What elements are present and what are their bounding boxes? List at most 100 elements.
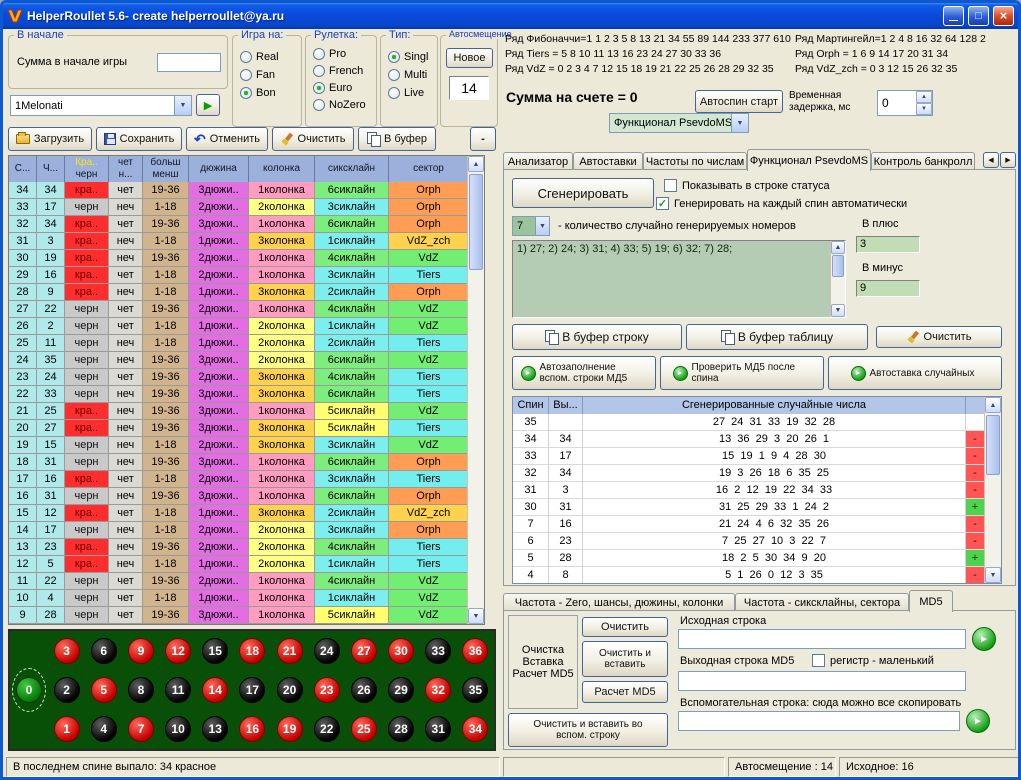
board-cell-28[interactable]: 28: [383, 710, 420, 749]
scroll-down-button[interactable]: ▼: [831, 304, 845, 317]
history-row[interactable]: 2722чернчет19-362дюжи..1колонка4сиклайнV…: [9, 301, 484, 318]
generated-row[interactable]: 303131 25 29 33 1 24 2+: [513, 499, 1001, 516]
scroll-up-button[interactable]: ▲: [985, 397, 1001, 413]
history-row[interactable]: 1323кра..неч19-362дюжи..2колонка4сиклайн…: [9, 539, 484, 556]
numbers-scrollbar[interactable]: ▲ ▼: [830, 241, 845, 317]
scroll-up-button[interactable]: ▲: [831, 241, 845, 254]
preset-dropdown-button[interactable]: ▼: [174, 96, 191, 115]
history-row[interactable]: 262чернчет1-181дюжи..2колонка1сиклайнVdZ: [9, 318, 484, 335]
board-cell-30[interactable]: 30: [383, 631, 420, 670]
radio-live[interactable]: Live: [381, 84, 437, 102]
board-cell-24[interactable]: 24: [308, 631, 345, 670]
auto-generate-checkbox-row[interactable]: ✓ Генерировать на каждый спин автоматиче…: [656, 197, 907, 210]
scroll-down-button[interactable]: ▼: [985, 567, 1001, 583]
autoshift-new-button[interactable]: Новое: [446, 48, 493, 68]
history-row[interactable]: 3317черннеч1-182дюжи..2колонка3сиклайнOr…: [9, 199, 484, 216]
generated-numbers-area[interactable]: 1) 27; 2) 24; 3) 31; 4) 33; 5) 19; 6) 32…: [512, 240, 846, 318]
board-cell-1[interactable]: 1: [48, 710, 85, 749]
board-cell-zero[interactable]: 0: [10, 631, 48, 749]
board-cell-13[interactable]: 13: [197, 710, 234, 749]
generated-row[interactable]: 343413 36 29 3 20 26 1-: [513, 431, 1001, 448]
board-cell-7[interactable]: 7: [122, 710, 159, 749]
history-row[interactable]: 3234кра..чет19-363дюжи..1колонка6сиклайн…: [9, 216, 484, 233]
board-cell-10[interactable]: 10: [160, 710, 197, 749]
board-cell-17[interactable]: 17: [234, 670, 271, 709]
radio-pro[interactable]: Pro: [306, 45, 376, 62]
register-checkbox-row[interactable]: регистр - маленький: [812, 654, 934, 667]
md5-clear-paste-button[interactable]: Очистить и вставить: [582, 641, 668, 677]
md5-aux-input[interactable]: [678, 711, 960, 731]
md5-aux-ball-icon[interactable]: ►: [966, 709, 990, 733]
checkbox-unchecked[interactable]: [812, 654, 825, 667]
minus-button[interactable]: -: [470, 127, 496, 151]
tab-scroll-right-button[interactable]: ▶: [1000, 152, 1016, 168]
history-row[interactable]: 2125кра..неч19-363дюжи..1колонка5сиклайн…: [9, 403, 484, 420]
generate-button[interactable]: Сгенерировать: [512, 178, 654, 208]
board-cell-23[interactable]: 23: [308, 670, 345, 709]
board-cell-21[interactable]: 21: [271, 631, 308, 670]
radio-french[interactable]: French: [306, 62, 376, 79]
board-cell-8[interactable]: 8: [122, 670, 159, 709]
autobet-random-button[interactable]: ► Автоставка случайных: [828, 356, 1002, 390]
delay-value-input[interactable]: [878, 91, 916, 115]
tab-frequencies[interactable]: Частоты по числам: [643, 152, 747, 170]
board-cell-19[interactable]: 19: [271, 710, 308, 749]
board-cell-25[interactable]: 25: [345, 710, 382, 749]
board-cell-27[interactable]: 27: [345, 631, 382, 670]
tab-analyzer[interactable]: Анализатор: [503, 152, 573, 170]
board-cell-14[interactable]: 14: [197, 670, 234, 709]
check-md5-button[interactable]: ► Проверить МД5 после спина: [660, 356, 824, 390]
tab-frequency-chances[interactable]: Частота - Zero, шансы, дюжины, колонки: [503, 593, 735, 611]
scrollbar-thumb[interactable]: [469, 174, 483, 270]
start-sum-input[interactable]: [157, 53, 221, 72]
md5-source-input[interactable]: [678, 629, 966, 649]
history-row[interactable]: 1716кра..чет1-182дюжи..1колонка3сиклайнT…: [9, 471, 484, 488]
board-cell-34[interactable]: 34: [457, 710, 494, 749]
history-row[interactable]: 2233черннеч19-363дюжи..3колонка6сиклайнT…: [9, 386, 484, 403]
history-row[interactable]: 1512кра..чет1-181дюжи..3колонка2сиклайнV…: [9, 505, 484, 522]
md5-calc-button[interactable]: Расчет MD5: [582, 681, 668, 703]
history-row[interactable]: 104чернчет1-181дюжи..1колонка1сиклайнVdZ: [9, 590, 484, 607]
history-row[interactable]: 3019кра..неч19-362дюжи..1колонка4сиклайн…: [9, 250, 484, 267]
history-row[interactable]: 2916кра..чет1-182дюжи..1колонка3сиклайнT…: [9, 267, 484, 284]
board-cell-20[interactable]: 20: [271, 670, 308, 709]
board-cell-36[interactable]: 36: [457, 631, 494, 670]
history-row[interactable]: 928чернчет19-363дюжи..1колонка5сиклайнVd…: [9, 607, 484, 624]
undo-button[interactable]: ↶Отменить: [186, 127, 268, 151]
generated-row[interactable]: 52818 2 5 30 34 9 20+: [513, 550, 1001, 567]
md5-source-ball-icon[interactable]: ►: [972, 627, 996, 651]
board-cell-15[interactable]: 15: [197, 631, 234, 670]
close-button[interactable]: ×: [993, 6, 1014, 26]
history-row[interactable]: 125кра..неч1-181дюжи..2колонка1сиклайнTi…: [9, 556, 484, 573]
board-cell-29[interactable]: 29: [383, 670, 420, 709]
generated-row[interactable]: 331715 19 1 9 4 28 30-: [513, 448, 1001, 465]
history-row[interactable]: 2324чернчет19-362дюжи..3колонка4сиклайнT…: [9, 369, 484, 386]
history-row[interactable]: 826чернчет19-363дюжи..2колонка5сиклайнVd…: [9, 624, 484, 625]
board-cell-4[interactable]: 4: [85, 710, 122, 749]
generated-table-scrollbar[interactable]: ▲ ▼: [984, 397, 1001, 583]
radio-singl[interactable]: Singl: [381, 48, 437, 66]
maximize-button[interactable]: □: [968, 6, 989, 26]
history-row[interactable]: 2511черннеч1-181дюжи..2колонка2сиклайнTi…: [9, 335, 484, 352]
history-row[interactable]: 1122чернчет19-362дюжи..1колонка4сиклайнV…: [9, 573, 484, 590]
board-cell-16[interactable]: 16: [234, 710, 271, 749]
generated-row[interactable]: 3527 24 31 33 19 32 28: [513, 414, 1001, 431]
checkbox-unchecked[interactable]: [664, 179, 677, 192]
delay-up-button[interactable]: ▲: [916, 91, 932, 103]
tab-scroll-left-button[interactable]: ◀: [983, 152, 999, 168]
radio-multi[interactable]: Multi: [381, 66, 437, 84]
history-scrollbar[interactable]: ▲ ▼: [467, 156, 484, 624]
scroll-down-button[interactable]: ▼: [468, 608, 484, 624]
minimize-button[interactable]: —: [943, 6, 964, 26]
board-cell-31[interactable]: 31: [420, 710, 457, 749]
delay-down-button[interactable]: ▼: [916, 103, 932, 115]
history-row[interactable]: 1915черннеч1-182дюжи..3колонка3сиклайнVd…: [9, 437, 484, 454]
history-row[interactable]: 2027кра..неч19-363дюжи..3колонка5сиклайн…: [9, 420, 484, 437]
radio-fan[interactable]: Fan: [233, 66, 301, 84]
titlebar[interactable]: HelperRoullet 5.6- create helperroullet@…: [3, 3, 1018, 29]
functional-combobox[interactable]: Функционал PsevdoMS ▼: [609, 113, 749, 133]
scrollbar-thumb[interactable]: [986, 415, 1000, 475]
board-cell-6[interactable]: 6: [85, 631, 122, 670]
tab-bankroll-control[interactable]: Контроль банкролл: [871, 152, 975, 170]
board-cell-11[interactable]: 11: [160, 670, 197, 709]
